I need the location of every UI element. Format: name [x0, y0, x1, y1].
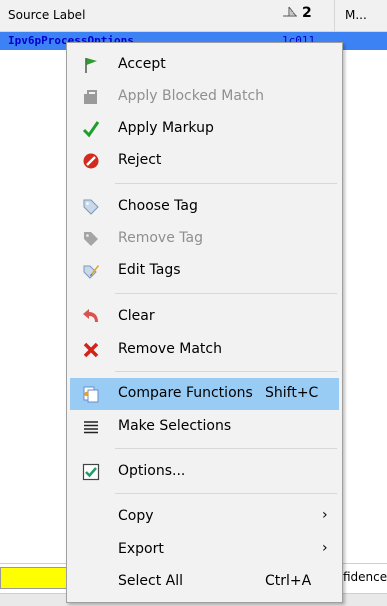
- menu-item-label: Choose Tag: [118, 198, 198, 214]
- column-divider[interactable]: [334, 0, 335, 31]
- compare-functions-icon: [83, 386, 99, 403]
- menu-separator: [115, 448, 337, 449]
- blocked-match-icon: [84, 90, 97, 104]
- menu-item-clear[interactable]: Clear: [70, 301, 339, 333]
- menu-item-label: Make Selections: [118, 418, 232, 434]
- menu-item-make-selections[interactable]: Make Selections: [70, 411, 339, 443]
- menu-item-label: Clear: [118, 308, 155, 324]
- menu-separator: [115, 371, 337, 372]
- edit-tags-icon: [83, 265, 99, 279]
- reject-icon: [83, 153, 99, 169]
- menu-item-label: Select All: [118, 573, 183, 589]
- menu-item-reject[interactable]: Reject: [70, 145, 339, 177]
- menu-item-remove-tag[interactable]: Remove Tag: [70, 223, 339, 255]
- menu-item-label: Export: [118, 541, 164, 557]
- menu-item-select-all[interactable]: Select All Ctrl+A: [70, 566, 339, 598]
- menu-item-options[interactable]: Options...: [70, 456, 339, 488]
- m-column-header[interactable]: M...: [345, 8, 367, 22]
- submenu-arrow-icon: ›: [322, 540, 328, 556]
- menu-item-label: Accept: [118, 56, 166, 72]
- sort-icon: [283, 6, 297, 17]
- table-header: Source Label 2 M...: [0, 0, 387, 32]
- submenu-arrow-icon: ›: [322, 507, 328, 523]
- undo-arrow-icon: [83, 309, 98, 322]
- menu-item-export[interactable]: Export ›: [70, 534, 339, 566]
- green-flag-icon: [85, 58, 97, 73]
- menu-item-shortcut: Ctrl+A: [265, 573, 312, 589]
- menu-item-shortcut: Shift+C: [265, 385, 319, 401]
- menu-item-label: Apply Blocked Match: [118, 88, 265, 104]
- source-label-column-header[interactable]: Source Label: [8, 8, 85, 22]
- menu-item-label: Apply Markup: [118, 120, 214, 136]
- menu-item-label: Options...: [118, 463, 186, 479]
- lines-icon: [84, 421, 98, 434]
- menu-item-label: Compare Functions: [118, 385, 253, 401]
- menu-item-label: Remove Match: [118, 341, 222, 357]
- menu-item-label: Copy: [118, 508, 154, 524]
- remove-tag-icon: [84, 232, 98, 246]
- menu-item-edit-tags[interactable]: Edit Tags: [70, 255, 339, 287]
- tag-icon: [83, 199, 99, 215]
- menu-item-copy[interactable]: Copy ›: [70, 501, 339, 533]
- context-menu: Accept Apply Blocked Match Apply Markup …: [66, 42, 343, 603]
- sort-indicator[interactable]: 2: [280, 5, 312, 21]
- sort-order-number: 2: [302, 5, 312, 21]
- checkmark-icon: [82, 121, 100, 138]
- menu-item-accept[interactable]: Accept: [70, 49, 339, 81]
- menu-item-compare-functions[interactable]: Compare Functions Shift+C: [70, 378, 339, 410]
- confidence-label: fidence: [343, 570, 387, 584]
- menu-item-remove-match[interactable]: Remove Match: [70, 334, 339, 366]
- menu-item-choose-tag[interactable]: Choose Tag: [70, 191, 339, 223]
- menu-separator: [115, 183, 337, 184]
- menu-separator: [115, 293, 337, 294]
- menu-separator: [115, 493, 337, 494]
- menu-item-label: Edit Tags: [118, 262, 181, 278]
- menu-item-apply-blocked-match[interactable]: Apply Blocked Match: [70, 81, 339, 113]
- menu-item-apply-markup[interactable]: Apply Markup: [70, 113, 339, 145]
- red-x-icon: [83, 342, 99, 358]
- menu-item-label: Reject: [118, 152, 162, 168]
- menu-item-label: Remove Tag: [118, 230, 203, 246]
- filter-field[interactable]: [0, 567, 67, 589]
- checkbox-icon: [82, 463, 100, 481]
